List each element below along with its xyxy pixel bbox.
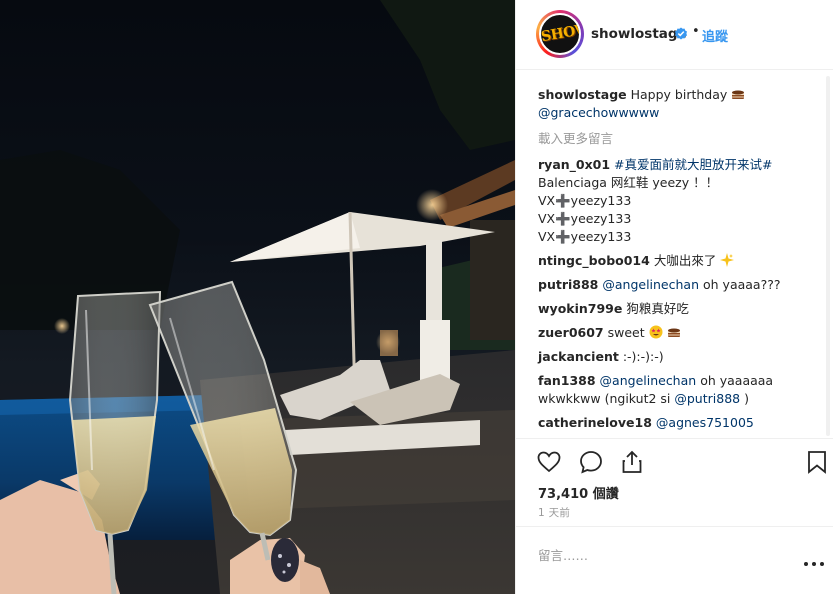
- comment-line: VX➕yeezy133: [538, 211, 632, 226]
- comment-input[interactable]: [538, 545, 778, 565]
- comment-mention[interactable]: @angelinechan: [602, 277, 699, 292]
- comments-scrollbar[interactable]: [826, 76, 830, 436]
- photo-scene: [0, 0, 515, 594]
- comment-username[interactable]: zuer0607: [538, 325, 604, 340]
- comment-username[interactable]: catherinelove18: [538, 415, 652, 430]
- comment-mention[interactable]: @agnes751005: [656, 415, 754, 430]
- comment-item: ryan_0x01 #真爱面前就大胆放开来试# Balenciaga 网红鞋 y…: [538, 156, 828, 246]
- verified-badge-icon: [675, 27, 687, 40]
- comment-text: sweet: [607, 325, 645, 340]
- comment-text: 大咖出來了: [653, 253, 717, 268]
- follow-button[interactable]: 追蹤: [702, 26, 728, 45]
- comment-text: :-):-):-): [622, 349, 664, 364]
- cake-emoji: [667, 328, 680, 337]
- post-photo[interactable]: [0, 0, 515, 594]
- comment-item: wyokin799e 狗粮真好吃: [538, 300, 828, 318]
- comment-line: VX➕yeezy133: [538, 193, 632, 208]
- comment-line: Balenciaga 网红鞋 yeezy ！！: [538, 175, 719, 190]
- heart-icon[interactable]: [536, 449, 562, 475]
- avatar[interactable]: SHOW: [539, 13, 581, 55]
- comment-username[interactable]: putri888: [538, 277, 598, 292]
- comment-mention[interactable]: @angelinechan: [600, 373, 697, 388]
- comment-text: oh yaaaaaa: [700, 373, 774, 388]
- comment-item: jackancient :-):-):-): [538, 348, 828, 366]
- instagram-post-modal: SHOW showlostage • 追蹤 showlostage Happy …: [0, 0, 833, 594]
- comment-username[interactable]: wyokin799e: [538, 301, 622, 316]
- comment-username[interactable]: ryan_0x01: [538, 157, 610, 172]
- comment-text: 狗粮真好吃: [626, 301, 689, 316]
- comment-text: wkwkkww (ngikut2 si: [538, 391, 671, 406]
- header-username[interactable]: showlostage: [591, 26, 687, 42]
- post-header: SHOW showlostage • 追蹤: [516, 0, 833, 70]
- likes-count[interactable]: 73,410 個讚: [538, 483, 619, 502]
- post-actions: 73,410 個讚 1 天前: [516, 438, 833, 528]
- caption-mention[interactable]: @gracechowwwww: [538, 105, 659, 120]
- comment-username[interactable]: fan1388: [538, 373, 596, 388]
- header-separator: •: [692, 24, 700, 39]
- comment-item: putri888 @angelinechan oh yaaaa???: [538, 276, 828, 294]
- cake-emoji: [732, 90, 745, 99]
- comment-text: oh yaaaa???: [703, 277, 781, 292]
- comment-hashtag[interactable]: #真爱面前就大胆放开来试#: [614, 157, 772, 172]
- share-icon[interactable]: [619, 449, 645, 475]
- add-comment-bar: [516, 526, 833, 594]
- comment-item: catherinelove18 @agnes751005: [538, 414, 828, 432]
- post-side-panel: SHOW showlostage • 追蹤 showlostage Happy …: [515, 0, 833, 594]
- bookmark-icon[interactable]: [804, 449, 830, 475]
- avatar-story-ring[interactable]: SHOW: [536, 10, 584, 58]
- caption-username[interactable]: showlostage: [538, 87, 627, 102]
- caption: showlostage Happy birthday @gracechowwww…: [538, 86, 828, 122]
- comment-item: ntingc_bobo014 大咖出來了: [538, 252, 828, 270]
- caption-text: Happy birthday: [630, 87, 728, 102]
- comment-bubble-icon[interactable]: [578, 449, 604, 475]
- comment-item: zuer0607 sweet: [538, 324, 828, 342]
- comment-item: fan1388 @angelinechan oh yaaaaaa wkwkkww…: [538, 372, 828, 408]
- star-eyes-emoji: [649, 325, 663, 339]
- comment-line: VX➕yeezy133: [538, 229, 632, 244]
- comment-mention[interactable]: @putri888: [674, 391, 740, 406]
- comment-username[interactable]: ntingc_bobo014: [538, 253, 650, 268]
- comment-text: ): [744, 391, 749, 406]
- sparkle-emoji: [720, 253, 735, 267]
- post-timestamp[interactable]: 1 天前: [538, 505, 570, 520]
- more-options-icon[interactable]: [803, 557, 825, 571]
- load-more-comments[interactable]: 載入更多留言: [538, 130, 828, 148]
- comment-username[interactable]: jackancient: [538, 349, 619, 364]
- avatar-logo: SHOW: [539, 20, 581, 46]
